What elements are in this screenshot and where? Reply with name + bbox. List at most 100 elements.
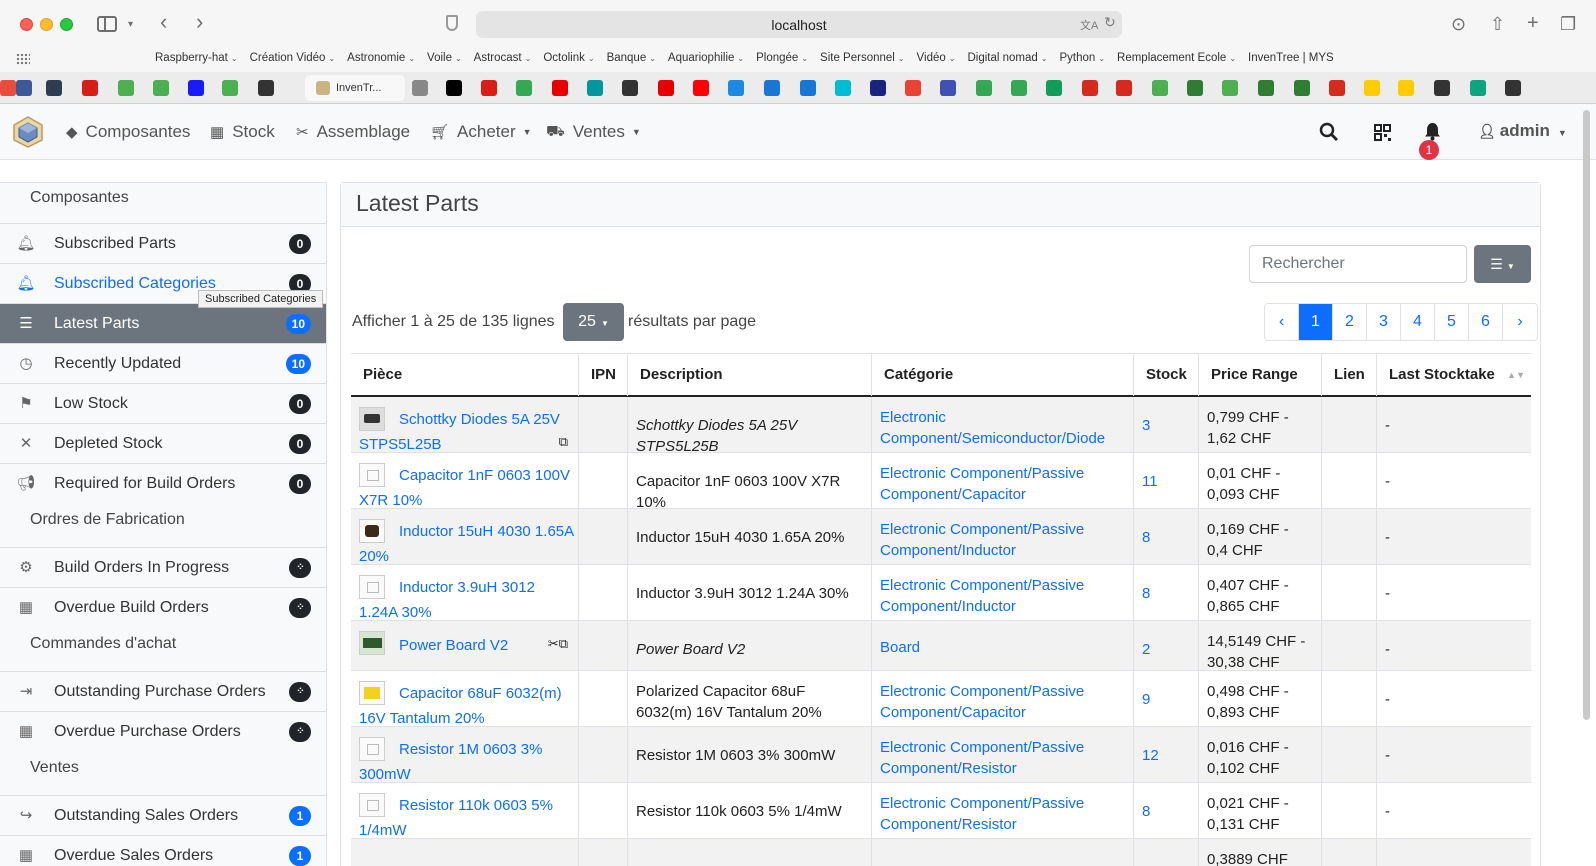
site-favicon-icon[interactable] (940, 80, 956, 96)
site-favicon-icon[interactable] (258, 80, 274, 96)
site-favicon-icon[interactable] (1046, 80, 1062, 96)
stock-link[interactable]: 8 (1133, 783, 1198, 838)
category-link[interactable]: Electronic Component/Semiconductor/Diode (871, 397, 1133, 452)
sidebar-item[interactable]: ⚑ Low Stock 0 (0, 383, 326, 423)
site-favicon-icon[interactable] (82, 80, 98, 96)
site-favicon-icon[interactable] (481, 80, 497, 96)
stock-link[interactable]: 11 (1133, 453, 1198, 508)
page-scrollbar[interactable] (1583, 110, 1590, 720)
site-favicon-icon[interactable] (1258, 80, 1274, 96)
pagination-page-button[interactable]: 4 (1401, 304, 1435, 340)
stock-link[interactable]: 9 (1133, 671, 1198, 726)
search-input[interactable]: Rechercher (1249, 245, 1467, 283)
pagination-page-button[interactable]: 6 (1469, 304, 1503, 340)
bookmark-item[interactable]: Octolink ⌄ (543, 52, 594, 64)
window-close-button[interactable] (20, 18, 33, 31)
site-favicon-icon[interactable] (153, 80, 169, 96)
sidebar-menu-chevron-icon[interactable]: ▾ (128, 15, 133, 35)
translate-icon[interactable]: 文A (1080, 17, 1098, 33)
part-link[interactable]: Inductor 15uH 4030 1.65A 20% (359, 519, 574, 569)
site-favicon-icon[interactable] (46, 80, 62, 96)
site-favicon-icon[interactable] (1505, 80, 1521, 96)
sidebar-item[interactable]: ▦ Overdue Purchase Orders ⁘ (0, 711, 326, 751)
category-link[interactable]: Electronic Component/Passive Component/C… (871, 671, 1133, 726)
bookmark-item[interactable]: Digital nomad ⌄ (967, 52, 1047, 64)
page-size-dropdown[interactable]: 25 ▼ (563, 303, 624, 341)
site-favicon-icon[interactable] (0, 80, 16, 96)
site-favicon-icon[interactable] (118, 80, 134, 96)
site-favicon-icon[interactable] (1434, 80, 1450, 96)
pagination-page-button[interactable]: 2 (1333, 304, 1367, 340)
site-favicon-icon[interactable] (587, 80, 603, 96)
sidebar-item[interactable]: ⚙ Build Orders In Progress ⁘ (0, 547, 326, 587)
bookmark-item[interactable]: Création Vidéo ⌄ (250, 52, 336, 64)
column-header[interactable]: Stock (1133, 354, 1198, 396)
sidebar-item[interactable]: 🔔︎ Subscribed Parts 0 (0, 223, 326, 263)
bookmark-item[interactable]: Raspberry-hat ⌄ (155, 52, 238, 64)
bookmark-item[interactable]: Remplacement Ecole ⌄ (1117, 52, 1236, 64)
site-favicon-icon[interactable] (1398, 80, 1414, 96)
new-tab-icon[interactable]: + (1527, 12, 1539, 35)
stock-link[interactable]: 2 (1133, 621, 1198, 670)
column-header[interactable]: IPN (578, 354, 627, 396)
downloads-icon[interactable]: ⊙ (1451, 14, 1466, 35)
pagination-page-button[interactable]: 3 (1367, 304, 1401, 340)
site-favicon-icon[interactable] (16, 80, 32, 96)
category-link[interactable]: Electronic Component/Passive Component/C… (871, 453, 1133, 508)
stock-link[interactable]: 8 (1133, 509, 1198, 564)
qr-code-icon[interactable] (1374, 124, 1391, 141)
column-header[interactable]: Lien (1321, 354, 1376, 396)
site-favicon-icon[interactable] (693, 80, 709, 96)
part-link[interactable]: Inductor 3.9uH 3012 1.24A 30% (359, 575, 574, 625)
part-link[interactable]: Resistor 1M 0603 3% 300mW (359, 737, 574, 787)
share-icon[interactable]: ⇧ (1490, 14, 1505, 35)
site-favicon-icon[interactable] (870, 80, 886, 96)
column-header[interactable]: Price Range (1198, 354, 1321, 396)
browser-sidebar-icon[interactable] (97, 16, 117, 32)
sidebar-item[interactable]: ↪ Outstanding Sales Orders 1 (0, 795, 326, 835)
category-link[interactable]: Board (871, 621, 1133, 670)
column-header[interactable]: Pièce (351, 354, 578, 396)
sidebar-item[interactable]: ▦ Overdue Build Orders ⁘ (0, 587, 326, 627)
site-favicon-icon[interactable] (1116, 80, 1132, 96)
site-favicon-icon[interactable] (658, 80, 674, 96)
nav-composantes[interactable]: ◆ Composantes (66, 122, 190, 142)
tab-overview-icon[interactable]: ❐ (1560, 14, 1576, 35)
sidebar-item[interactable]: ▦ Overdue Sales Orders 1 (0, 835, 326, 866)
site-favicon-icon[interactable] (764, 80, 780, 96)
site-favicon-icon[interactable] (905, 80, 921, 96)
bookmark-item[interactable]: Banque ⌄ (607, 52, 656, 64)
nav-assemblage[interactable]: ✂ Assemblage (296, 122, 410, 142)
bookmark-item[interactable]: Vidéo ⌄ (917, 52, 956, 64)
window-zoom-button[interactable] (60, 18, 73, 31)
sidebar-item[interactable]: ⇥ Outstanding Purchase Orders ⁘ (0, 671, 326, 711)
stock-link[interactable]: 12 (1133, 727, 1198, 782)
sidebar-item[interactable]: ◷ Recently Updated 10 (0, 343, 326, 383)
category-link[interactable]: Electronic Component/Passive Component/R… (871, 783, 1133, 838)
part-link[interactable]: Schottky Diodes 5A 25V STPS5L25B (359, 407, 574, 457)
site-favicon-icon[interactable] (516, 80, 532, 96)
site-favicon-icon[interactable] (1011, 80, 1027, 96)
site-favicon-icon[interactable] (1152, 80, 1168, 96)
column-header[interactable]: Last Stocktake ▲▼ (1376, 354, 1531, 396)
user-menu[interactable]: 👤︎ admin ▼ (1478, 121, 1567, 141)
bookmark-item[interactable]: Plongée ⌄ (756, 52, 808, 64)
site-favicon-icon[interactable] (412, 80, 428, 96)
window-minimize-button[interactable] (40, 18, 53, 31)
site-favicon-icon[interactable] (976, 80, 992, 96)
nav-stock[interactable]: ▦ Stock (210, 122, 275, 142)
inventree-logo[interactable] (13, 116, 43, 148)
site-favicon-icon[interactable] (835, 80, 851, 96)
site-favicon-icon[interactable] (1470, 80, 1486, 96)
site-favicon-icon[interactable] (800, 80, 816, 96)
pagination-next-button[interactable]: › (1503, 304, 1537, 340)
site-favicon-icon[interactable] (1082, 80, 1098, 96)
sidebar-item[interactable]: ✕ Depleted Stock 0 (0, 423, 326, 463)
site-favicon-icon[interactable] (728, 80, 744, 96)
view-toggle-button[interactable]: ☰ ▼ (1474, 245, 1531, 283)
site-favicon-icon[interactable] (222, 80, 238, 96)
site-favicon-icon[interactable] (446, 80, 462, 96)
part-link[interactable]: Resistor 110k 0603 5% 1/4mW (359, 793, 574, 843)
sidebar-item[interactable]: ☰ Latest Parts 10 (0, 303, 326, 343)
site-favicon-icon[interactable] (552, 80, 568, 96)
